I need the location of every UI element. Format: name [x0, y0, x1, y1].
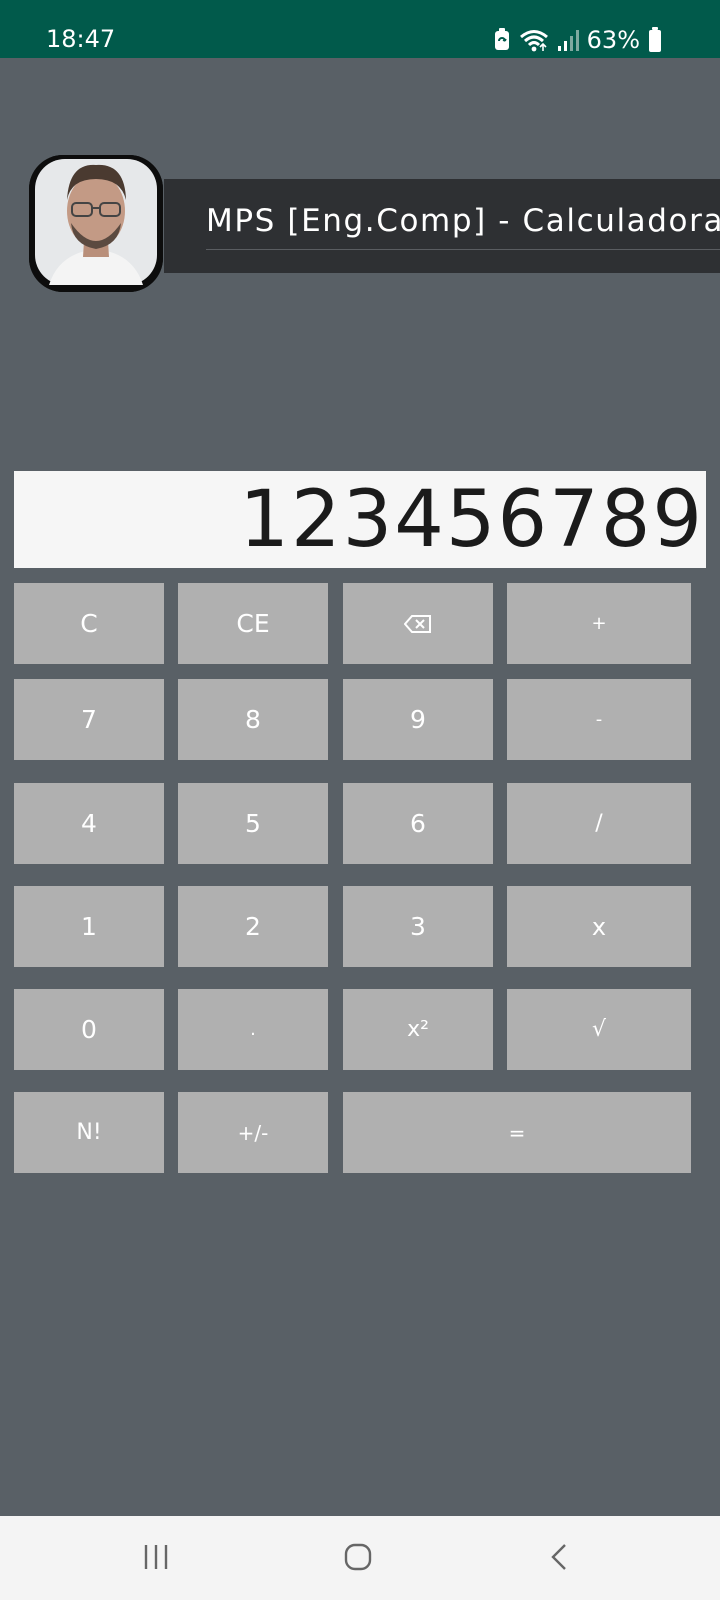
digit-1-button[interactable]: 1: [14, 886, 164, 967]
digit-7-button[interactable]: 7: [14, 679, 164, 760]
wifi-icon: [519, 30, 548, 52]
status-icons: 63%: [493, 24, 662, 56]
home-icon[interactable]: [343, 1542, 373, 1572]
plus-button[interactable]: +: [507, 583, 691, 664]
app-title: MPS [Eng.Comp] - Calculadora: [206, 203, 720, 239]
digit-0-button[interactable]: 0: [14, 989, 164, 1070]
battery-percent: 63%: [586, 26, 640, 54]
signal-icon: [557, 30, 579, 51]
multiply-button[interactable]: x: [507, 886, 691, 967]
title-divider: [206, 249, 720, 250]
battery-icon: [649, 27, 661, 52]
title-banner: MPS [Eng.Comp] - Calculadora: [164, 179, 720, 273]
back-icon[interactable]: [548, 1542, 570, 1572]
factorial-button[interactable]: N!: [14, 1092, 164, 1173]
clear-button[interactable]: C: [14, 583, 164, 664]
square-root-button[interactable]: √: [507, 989, 691, 1070]
equals-button[interactable]: =: [343, 1092, 691, 1173]
backspace-button[interactable]: [343, 583, 493, 664]
digit-9-button[interactable]: 9: [343, 679, 493, 760]
backspace-icon: [404, 614, 431, 633]
recent-apps-icon[interactable]: [142, 1542, 170, 1572]
digit-2-button[interactable]: 2: [178, 886, 328, 967]
digit-3-button[interactable]: 3: [343, 886, 493, 967]
clear-entry-button[interactable]: CE: [178, 583, 328, 664]
divide-button[interactable]: /: [507, 783, 691, 864]
status-time: 18:47: [46, 25, 116, 53]
sign-toggle-button[interactable]: +/-: [178, 1092, 328, 1173]
digit-4-button[interactable]: 4: [14, 783, 164, 864]
decimal-point-button[interactable]: .: [178, 989, 328, 1070]
navigation-bar: [0, 1516, 720, 1600]
digit-5-button[interactable]: 5: [178, 783, 328, 864]
avatar: [29, 155, 163, 292]
digit-6-button[interactable]: 6: [343, 783, 493, 864]
status-bar: 18:47 63%: [0, 0, 720, 58]
minus-button[interactable]: -: [507, 679, 691, 760]
digit-8-button[interactable]: 8: [178, 679, 328, 760]
display-value: 123456789: [239, 475, 704, 565]
square-button[interactable]: x²: [343, 989, 493, 1070]
calculator-app: MPS [Eng.Comp] - Calculadora 123456789 C…: [0, 58, 720, 1516]
calculator-display: 123456789: [14, 471, 706, 568]
battery-saver-icon: [494, 28, 509, 50]
